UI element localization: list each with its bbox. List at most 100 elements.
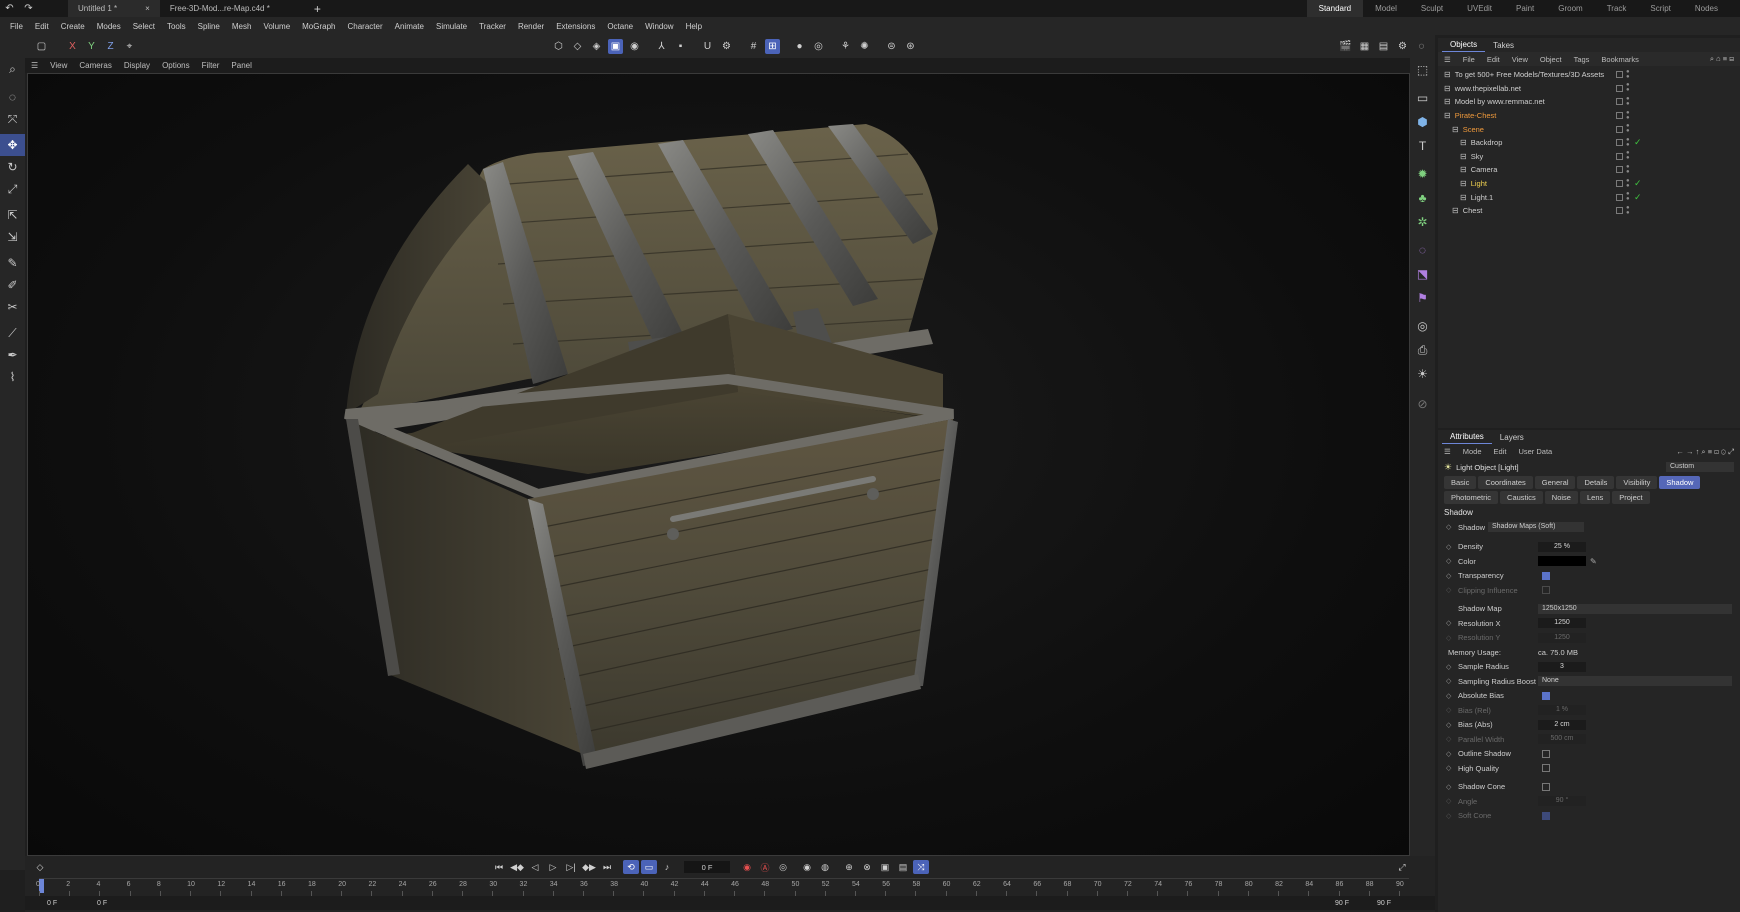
menu-create[interactable]: Create [55, 22, 91, 31]
attr-tab-caustics[interactable]: Caustics [1500, 491, 1543, 504]
interpolation-icon[interactable]: ⤨ [913, 860, 929, 874]
search-icon[interactable]: ⌕ [0, 58, 25, 80]
sound-icon[interactable]: ♪ [659, 860, 675, 874]
layout-paint[interactable]: Paint [1504, 4, 1546, 13]
layer-checkbox[interactable] [1616, 71, 1623, 79]
transform-tool-icon[interactable]: ⇱ [0, 204, 25, 226]
menu-mograph[interactable]: MoGraph [296, 22, 341, 31]
expand-timeline-icon[interactable]: ⤢ [1394, 860, 1410, 874]
layer-checkbox[interactable] [1616, 207, 1623, 215]
attr-tab-details[interactable]: Details [1577, 476, 1615, 489]
objects-menu-view[interactable]: View [1506, 55, 1534, 64]
objects-menu-edit[interactable]: Edit [1481, 55, 1506, 64]
object-row[interactable]: ⊟ Backdrop ● ● ✓ [1438, 136, 1740, 150]
move-tool-icon[interactable]: ✥ [0, 134, 25, 156]
go-to-end-icon[interactable]: ⏭ [599, 860, 615, 874]
viewport-hamburger-icon[interactable]: ☰ [25, 61, 44, 70]
layer-checkbox[interactable] [1616, 166, 1623, 174]
next-frame-icon[interactable]: ▷| [563, 860, 579, 874]
loop-icon[interactable]: ⟲ [623, 860, 639, 874]
visibility-dots[interactable]: ● ● [1626, 110, 1630, 121]
key-position-icon[interactable]: ◉ [799, 860, 815, 874]
density-field[interactable]: 25 % [1538, 541, 1586, 552]
attr-tab-general[interactable]: General [1534, 476, 1576, 489]
keyframe-diamond-icon[interactable]: ◇ [1446, 677, 1451, 685]
menu-volume[interactable]: Volume [257, 22, 296, 31]
document-tab[interactable]: Untitled 1 * [78, 4, 117, 13]
cube-object-icon[interactable]: ⬢ [1410, 110, 1435, 134]
menu-window[interactable]: Window [639, 22, 679, 31]
axis-mode-icon[interactable]: ⅄ [654, 39, 669, 54]
previous-key-icon[interactable]: ◀◆ [509, 860, 525, 874]
menu-extensions[interactable]: Extensions [550, 22, 601, 31]
render-view-icon[interactable]: 🎬 [1338, 39, 1353, 54]
layer-checkbox[interactable] [1616, 152, 1623, 160]
menu-select[interactable]: Select [127, 22, 161, 31]
tab-objects[interactable]: Objects [1442, 38, 1486, 52]
high-quality-checkbox[interactable] [1542, 764, 1550, 773]
model-mode-icon[interactable]: ▢ [34, 39, 49, 54]
menu-render[interactable]: Render [512, 22, 550, 31]
enabled-check-icon[interactable]: ✓ [1634, 192, 1642, 203]
3d-viewport[interactable] [27, 73, 1410, 856]
preset-dropdown[interactable]: Custom [1666, 462, 1734, 472]
coordinate-system-icon[interactable]: ⌖ [122, 39, 137, 54]
viewport-menu-panel[interactable]: Panel [225, 61, 257, 70]
visibility-dots[interactable]: ● ● [1626, 82, 1630, 93]
new-tab-icon[interactable]: + [310, 1, 325, 16]
object-row[interactable]: ⊟ Chest ● ● [1438, 204, 1740, 218]
object-row[interactable]: ⊟ www.thepixellab.net ● ● [1438, 82, 1740, 96]
shadow-cone-checkbox[interactable] [1542, 782, 1550, 791]
mograph-effector-icon[interactable]: ⚑ [1410, 286, 1435, 310]
range-end-field[interactable]: 90 F [1335, 900, 1349, 907]
attributes-menu-mode[interactable]: Mode [1457, 447, 1488, 456]
snap-settings-icon[interactable]: ⚙ [719, 39, 734, 54]
attr-tab-photometric[interactable]: Photometric [1444, 491, 1499, 504]
keyframe-diamond-icon[interactable]: ◇ [1446, 619, 1451, 627]
layout-track[interactable]: Track [1595, 4, 1639, 13]
scale-tool-icon[interactable]: ⤢ [0, 178, 25, 200]
menu-tools[interactable]: Tools [161, 22, 192, 31]
environment-icon[interactable]: ◎ [1410, 314, 1435, 338]
workplane-icon[interactable]: ⊞ [765, 39, 780, 54]
attr-tab-project[interactable]: Project [1612, 491, 1650, 504]
menu-spline[interactable]: Spline [192, 22, 226, 31]
attributes-nav-icons[interactable]: ← → ↑ ⌕ ≡ ⊡ ⊙ ⤢ [1670, 447, 1740, 457]
keyframe-diamond-icon[interactable]: ◇ [1446, 764, 1451, 772]
attr-tab-shadow[interactable]: Shadow [1659, 476, 1701, 489]
volume-icon[interactable]: ⬔ [1410, 262, 1435, 286]
tab-takes[interactable]: Takes [1485, 39, 1522, 52]
visibility-dots[interactable]: ● ● [1626, 96, 1630, 107]
shadow-type-dropdown[interactable]: Shadow Maps (Soft) [1488, 522, 1584, 533]
objects-menu-file[interactable]: File [1457, 55, 1481, 64]
keyframe-diamond-icon[interactable]: ◇ [1446, 523, 1451, 531]
visibility-dots[interactable]: ● ● [1626, 150, 1630, 161]
layer-checkbox[interactable] [1616, 98, 1623, 106]
objects-menu-bookmarks[interactable]: Bookmarks [1595, 55, 1645, 64]
menu-modes[interactable]: Modes [91, 22, 127, 31]
axis-z-button[interactable]: Z [103, 39, 118, 54]
objects-hamburger-icon[interactable]: ☰ [1438, 55, 1457, 64]
eyedropper-icon[interactable]: ✎ [1590, 557, 1597, 566]
layout-nodes[interactable]: Nodes [1683, 4, 1730, 13]
visibility-dots[interactable]: ● ● [1626, 205, 1630, 216]
keyframe-diamond-icon[interactable]: ◇ [1446, 572, 1451, 580]
preview-range-icon[interactable]: ▭ [641, 860, 657, 874]
key-param-icon[interactable]: ⊗ [859, 860, 875, 874]
layout-groom[interactable]: Groom [1546, 4, 1594, 13]
layer-checkbox[interactable] [1616, 139, 1623, 147]
attributes-menu-edit[interactable]: Edit [1488, 447, 1513, 456]
solo-icon[interactable]: ◎ [811, 39, 826, 54]
menu-help[interactable]: Help [680, 22, 708, 31]
placement-tool-icon[interactable]: ⇲ [0, 226, 25, 248]
keyframe-selection-icon[interactable]: ◎ [775, 860, 791, 874]
keyframe-diamond-icon[interactable]: ◇ [1446, 783, 1451, 791]
shadow-map-dropdown[interactable]: 1250x1250 [1538, 603, 1732, 614]
object-row[interactable]: ⊟ Scene ● ● [1438, 122, 1740, 136]
tag-icon[interactable]: ⊘ [1410, 392, 1435, 416]
null-object-icon[interactable]: ⬚ [1410, 58, 1435, 82]
attr-tab-noise[interactable]: Noise [1544, 491, 1578, 504]
layout-script[interactable]: Script [1638, 4, 1682, 13]
previous-frame-icon[interactable]: ◁ [527, 860, 543, 874]
range-start-field[interactable]: 0 F [47, 900, 57, 907]
